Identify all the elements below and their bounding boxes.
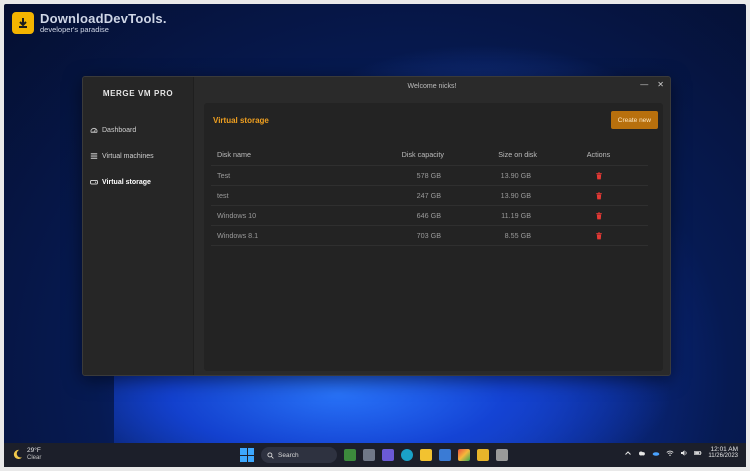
watermark-logo-icon: [12, 12, 34, 34]
yellow-app-icon[interactable]: [477, 449, 489, 461]
disk-name: Windows 8.1: [211, 225, 361, 246]
column-size-on-disk: Size on disk: [449, 145, 549, 166]
windows-start-icon[interactable]: [240, 448, 254, 462]
disk-name: Windows 10: [211, 205, 361, 226]
disk-size: 11.19 GB: [449, 205, 549, 226]
battery-icon[interactable]: [694, 449, 702, 457]
table-row: Test 578 GB 13.90 GB: [211, 165, 648, 186]
storage-table: Disk name Disk capacity Size on disk Act…: [211, 145, 648, 246]
delete-trash-icon[interactable]: [595, 231, 603, 240]
wifi-icon[interactable]: [666, 449, 674, 457]
teams-chat-icon[interactable]: [382, 449, 394, 461]
moon-icon: [13, 450, 23, 460]
delete-trash-icon[interactable]: [595, 191, 603, 200]
title-bar: Welcome nicks! — ✕: [194, 77, 670, 95]
sidebar: MERGE VM PRO Dashboard Virtual machines …: [83, 77, 194, 375]
disk-capacity: 646 GB: [361, 205, 449, 226]
disk-size: 8.55 GB: [449, 225, 549, 246]
delete-trash-icon[interactable]: [595, 171, 603, 180]
close-button[interactable]: ✕: [657, 81, 664, 89]
disk-capacity: 247 GB: [361, 185, 449, 206]
weather-condition: Clear: [27, 455, 42, 462]
list-icon: [90, 153, 98, 159]
clock-date: 11/26/2023: [708, 453, 738, 460]
minimize-button[interactable]: —: [640, 81, 648, 89]
sidebar-item-label: Virtual machines: [102, 152, 154, 160]
table-row: Windows 10 646 GB 11.19 GB: [211, 205, 648, 226]
clock-time: 12:01 AM: [710, 446, 738, 453]
main-area: Welcome nicks! — ✕ Virtual storage Creat…: [194, 77, 670, 375]
taskbar: 29°F Clear Search 12:01 AM 11/26/2023: [4, 443, 746, 467]
chevron-up-icon[interactable]: [624, 449, 632, 457]
table-row: test 247 GB 13.90 GB: [211, 185, 648, 206]
disk-capacity: 703 GB: [361, 225, 449, 246]
colorful-app-icon[interactable]: [458, 449, 470, 461]
taskbar-search[interactable]: Search: [261, 447, 337, 463]
app-brand: MERGE VM PRO: [102, 89, 174, 98]
edge-browser-icon[interactable]: [401, 449, 413, 461]
table-header-row: Disk name Disk capacity Size on disk Act…: [211, 145, 648, 166]
sidebar-item-virtual-storage[interactable]: Virtual storage: [83, 169, 193, 195]
panel-title: Virtual storage: [213, 115, 269, 125]
hard-drive-icon: [90, 180, 98, 185]
weather-temperature: 29°F: [27, 447, 41, 455]
dashboard-gauge-icon: [90, 128, 98, 133]
onedrive-icon[interactable]: [652, 449, 660, 457]
column-disk-capacity: Disk capacity: [361, 145, 449, 166]
create-new-button[interactable]: Create new: [610, 111, 658, 129]
weather-widget[interactable]: 29°F Clear: [4, 448, 124, 461]
delete-trash-icon[interactable]: [595, 211, 603, 220]
table-row: Windows 8.1 703 GB 8.55 GB: [211, 225, 648, 246]
widgets-app-icon[interactable]: [344, 449, 356, 461]
merge-vm-app-icon[interactable]: [496, 449, 508, 461]
watermark-subtitle: developer's paradise: [40, 25, 109, 35]
app-window: MERGE VM PRO Dashboard Virtual machines …: [82, 76, 671, 376]
task-view-icon[interactable]: [363, 449, 375, 461]
disk-size: 13.90 GB: [449, 185, 549, 206]
search-icon: [267, 451, 274, 459]
volume-icon[interactable]: [680, 449, 688, 457]
system-tray: 12:01 AM 11/26/2023: [624, 446, 738, 460]
column-disk-name: Disk name: [211, 145, 361, 166]
sidebar-item-dashboard[interactable]: Dashboard: [83, 117, 193, 143]
sidebar-item-virtual-machines[interactable]: Virtual machines: [83, 143, 193, 169]
search-label: Search: [278, 451, 299, 459]
disk-size: 13.90 GB: [449, 165, 549, 186]
disk-name: Test: [211, 165, 361, 186]
sidebar-item-label: Dashboard: [102, 126, 137, 134]
sidebar-item-label: Virtual storage: [102, 178, 151, 186]
clock[interactable]: 12:01 AM 11/26/2023: [708, 446, 738, 460]
virtual-storage-panel: Virtual storage Create new Disk name Dis…: [204, 103, 663, 371]
column-actions: Actions: [549, 145, 648, 166]
cloud-icon[interactable]: [638, 449, 646, 457]
welcome-text: Welcome nicks!: [407, 82, 457, 90]
disk-capacity: 578 GB: [361, 165, 449, 186]
disk-name: test: [211, 185, 361, 206]
watermark-title: DownloadDevTools.: [40, 11, 167, 27]
watermark: DownloadDevTools. developer's paradise: [12, 12, 167, 34]
store-app-icon[interactable]: [439, 449, 451, 461]
file-explorer-icon[interactable]: [420, 449, 432, 461]
